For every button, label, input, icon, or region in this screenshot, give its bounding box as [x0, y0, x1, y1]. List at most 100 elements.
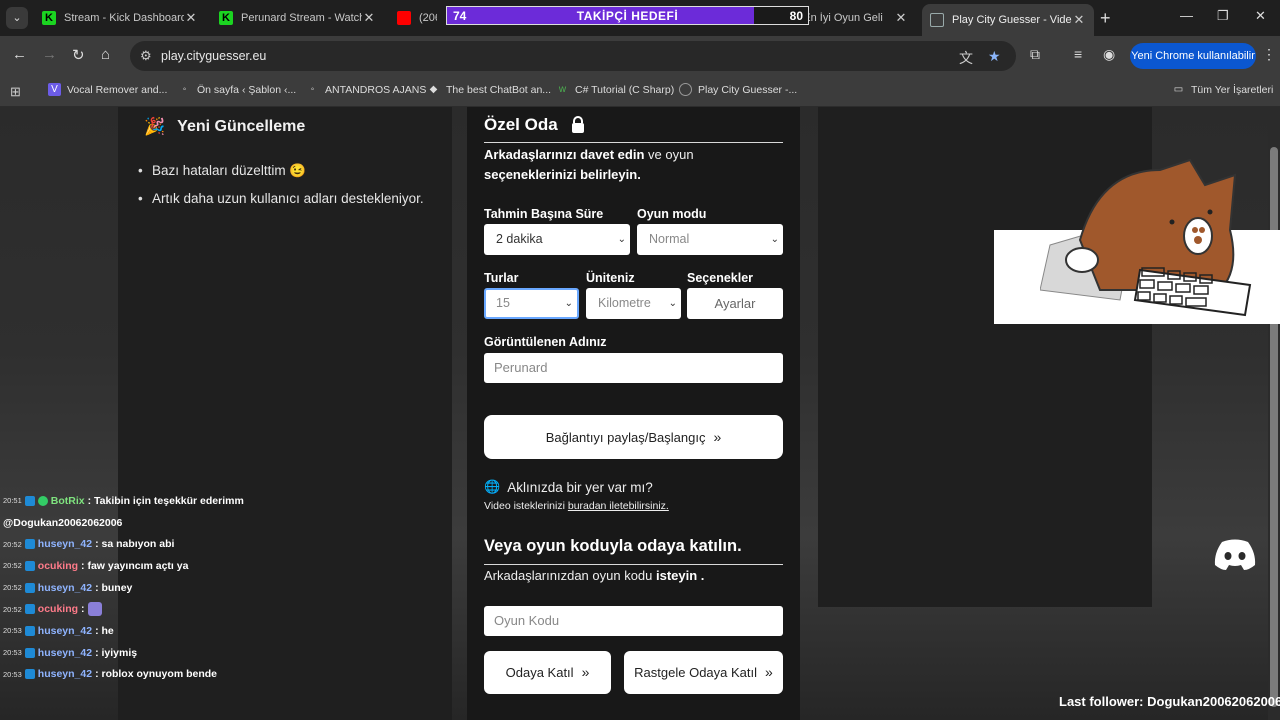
chat-username: ocuking: [37, 603, 79, 616]
chat-text: : faw yayıncım açtı ya: [81, 559, 189, 572]
tab-perunard-stream[interactable]: K Perunard Stream - Watch Live ✕: [211, 4, 384, 32]
address-bar[interactable]: ⚙ play.cityguesser.eu 文 ★: [130, 41, 1016, 71]
kick-icon: K: [219, 11, 233, 25]
chat-message: @Dogukan20062062006: [3, 512, 283, 534]
new-tab-plus-icon[interactable]: +: [1100, 8, 1111, 29]
chat-timestamp: 20:53: [3, 648, 22, 658]
chat-username: BotRix: [50, 494, 85, 507]
room-title: Özel Oda: [484, 115, 558, 134]
back-arrow-icon[interactable]: ←: [12, 46, 27, 63]
close-tab-icon[interactable]: ✕: [1072, 12, 1086, 28]
chat-username: huseyn_42: [37, 646, 93, 659]
apps-grid-icon[interactable]: ⊞: [10, 84, 21, 100]
menu-kebab-icon[interactable]: ⋮: [1262, 46, 1276, 63]
chat-badge-icon: [24, 539, 35, 550]
bookmark-chatbot[interactable]: ◆ The best ChatBot an...: [427, 83, 551, 96]
chat-message: 20:52 huseyn_42: buney: [3, 577, 283, 599]
unit-select[interactable]: Kilometre ⌄: [586, 288, 681, 319]
rounds-select[interactable]: 15 ⌄: [484, 288, 579, 319]
chat-badge-icon: [24, 604, 35, 615]
game-mode-select[interactable]: Normal ⌄: [637, 224, 783, 255]
share-start-button[interactable]: Bağlantıyı paylaş/Başlangıç»: [484, 415, 783, 459]
wordpress-icon: ◦: [182, 84, 187, 95]
random-room-button[interactable]: Rastgele Odaya Katıl»: [624, 651, 783, 694]
chat-text: :: [81, 603, 85, 616]
chat-badge-icon: [24, 582, 35, 593]
chat-username: huseyn_42: [37, 668, 93, 681]
globe-icon: 🌐: [484, 479, 501, 494]
bookmark-star-icon[interactable]: ★: [988, 48, 1001, 65]
time-per-guess-select[interactable]: 2 dakika ⌄: [484, 224, 630, 255]
display-name-input[interactable]: Perunard: [484, 353, 783, 383]
close-tab-icon[interactable]: ✕: [894, 10, 908, 26]
join-description: Arkadaşlarınızdan oyun kodu isteyin .: [484, 568, 705, 583]
video-request-text: Video isteklerinizi buradan iletebilirsi…: [484, 500, 669, 512]
unit-label: Üniteniz: [586, 271, 635, 285]
join-room-button[interactable]: Odaya Katıl»: [484, 651, 611, 694]
last-follower-text: Last follower: Dogukan20062062006: [1059, 694, 1280, 709]
divider: [484, 142, 783, 143]
home-icon[interactable]: ⌂: [101, 46, 110, 63]
chat-message: 20:52 ocuking:: [3, 598, 283, 620]
chat-timestamp: 20:52: [3, 604, 22, 614]
game-mode-label: Oyun modu: [637, 207, 707, 221]
bookmark-csharp[interactable]: w C# Tutorial (C Sharp): [556, 83, 674, 96]
chat-username: huseyn_42: [37, 538, 93, 551]
update-list: Bazı hataları düzelttim 😉 Artık daha uzu…: [138, 161, 438, 217]
bookmark-antandros[interactable]: ◦ ANTANDROS AJANS: [306, 83, 427, 96]
url-text[interactable]: play.cityguesser.eu: [161, 49, 266, 63]
invite-text: Arkadaşlarınızı davet edin ve oyun seçen…: [484, 147, 694, 182]
chat-message: 20:53 huseyn_42: iyiymiş: [3, 642, 283, 664]
chat-message: 20:51 BotRix: Takibin için teşekkür ederi…: [3, 490, 283, 512]
tab-youtube[interactable]: (206) l: [389, 4, 445, 32]
follower-goal-label: TAKİPÇİ HEDEFİ: [576, 9, 679, 23]
reload-icon[interactable]: ↻: [72, 46, 85, 64]
lock-icon: [572, 116, 584, 133]
chat-message: 20:52 ocuking: faw yayıncım açtı ya: [3, 555, 283, 577]
chat-text: : he: [95, 624, 114, 637]
bookmark-play-city-guesser[interactable]: Play City Guesser -...: [679, 83, 797, 96]
chat-text: @Dogukan20062062006: [3, 516, 123, 529]
bookmark-vocal-remover[interactable]: V Vocal Remover and...: [48, 83, 167, 96]
display-name-label: Görüntülenen Adınız: [484, 335, 607, 349]
browser-toolbar: ← → ↻ ⌂ ⚙ play.cityguesser.eu 文 ★ ⧉ ≡ ◉ …: [0, 36, 1280, 76]
list-item: Artık daha uzun kullanıcı adları destekl…: [138, 189, 438, 209]
chat-text: : iyiymiş: [95, 646, 138, 659]
emote-icon: [87, 602, 102, 617]
youtube-icon: [397, 11, 411, 25]
tab-play-city-guesser[interactable]: Play City Guesser - Video ✕: [922, 4, 1094, 36]
bongo-cat-image: [1040, 158, 1252, 317]
forward-arrow-icon[interactable]: →: [42, 46, 57, 63]
double-chevron-right-icon: »: [581, 664, 590, 680]
chevron-down-icon: ⌄: [564, 298, 573, 309]
extensions-icon[interactable]: ⧉: [1030, 46, 1040, 63]
translate-icon[interactable]: 文: [959, 48, 973, 68]
media-controls-icon[interactable]: ≡: [1074, 46, 1082, 62]
tab-search-button[interactable]: ⌄: [6, 7, 28, 29]
rounds-label: Turlar: [484, 271, 519, 285]
minimize-icon[interactable]: —: [1180, 8, 1193, 23]
close-tab-icon[interactable]: ✕: [362, 10, 376, 26]
kick-icon: K: [42, 11, 56, 25]
chrome-update-button[interactable]: Yeni Chrome kullanılabilir: [1130, 43, 1256, 69]
restore-icon[interactable]: ❐: [1217, 8, 1229, 24]
chevron-down-icon: ⌄: [770, 234, 779, 245]
bookmark-on-sayfa[interactable]: ◦ Ön sayfa ‹ Şablon ‹...: [178, 83, 297, 96]
tab-kick-dashboard[interactable]: K Stream - Kick Dashboard ✕: [34, 4, 206, 32]
close-tab-icon[interactable]: ✕: [184, 10, 198, 26]
globe-icon: [679, 83, 692, 96]
chat-badge-icon: [24, 495, 35, 506]
game-code-input[interactable]: Oyun Kodu: [484, 606, 783, 636]
chat-badge-icon: [24, 560, 35, 571]
site-info-icon[interactable]: ⚙: [140, 48, 152, 64]
close-window-icon[interactable]: ✕: [1255, 8, 1266, 24]
avatar[interactable]: ◉: [1103, 46, 1115, 63]
bookmarks-bar: ⊞ V Vocal Remover and... ◦ Ön sayfa ‹ Şa…: [0, 76, 1280, 107]
settings-button[interactable]: Ayarlar: [687, 288, 783, 319]
video-request-link[interactable]: buradan iletebilirsiniz.: [568, 500, 669, 512]
all-bookmarks[interactable]: ▭ Tüm Yer İşaretleri: [1172, 83, 1274, 96]
chat-timestamp: 20:52: [3, 539, 22, 549]
private-room-panel: Özel Oda Arkadaşlarınızı davet edin ve o…: [467, 107, 800, 720]
globe-icon: [930, 13, 944, 27]
chat-username: ocuking: [37, 559, 79, 572]
